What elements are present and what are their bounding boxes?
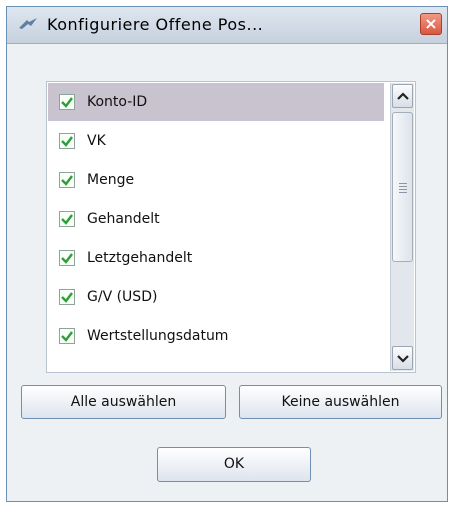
list-item-label: Menge bbox=[87, 172, 135, 188]
title-bar: Konfiguriere Offene Pos... × bbox=[7, 7, 447, 44]
scroll-down-button[interactable] bbox=[392, 346, 413, 370]
checkmark-icon bbox=[61, 253, 73, 264]
ok-button[interactable]: OK bbox=[157, 447, 311, 482]
scroll-thumb[interactable] bbox=[392, 112, 413, 262]
list-item-letztgehandelt[interactable]: Letztgehandelt bbox=[48, 239, 384, 277]
checkmark-icon bbox=[61, 97, 73, 108]
configure-dialog: Konfiguriere Offene Pos... × Konto-ID VK… bbox=[6, 6, 448, 502]
app-logo-icon bbox=[17, 16, 39, 32]
checkmark-icon bbox=[61, 292, 73, 303]
close-button[interactable]: × bbox=[420, 13, 442, 35]
chevron-up-icon bbox=[397, 92, 409, 100]
checkbox[interactable] bbox=[59, 328, 75, 344]
checkbox[interactable] bbox=[59, 211, 75, 227]
list-item-konto-id[interactable]: Konto-ID bbox=[48, 83, 384, 121]
list-item-menge[interactable]: Menge bbox=[48, 161, 384, 199]
checkbox[interactable] bbox=[59, 289, 75, 305]
checkbox[interactable] bbox=[59, 250, 75, 266]
list-item-gehandelt[interactable]: Gehandelt bbox=[48, 200, 384, 238]
checkmark-icon bbox=[61, 214, 73, 225]
checkmark-icon bbox=[61, 136, 73, 147]
list-item-label: Konto-ID bbox=[87, 94, 148, 110]
list-item-label: G/V (USD) bbox=[87, 289, 158, 305]
list-item-label: Letztgehandelt bbox=[87, 250, 193, 266]
column-list: Konto-ID VK Menge Gehandelt Letztgehande… bbox=[46, 81, 416, 373]
select-all-button[interactable]: Alle auswählen bbox=[21, 385, 226, 419]
checkbox[interactable] bbox=[59, 133, 75, 149]
checkmark-icon bbox=[61, 331, 73, 342]
checkbox[interactable] bbox=[59, 172, 75, 188]
vertical-scrollbar[interactable] bbox=[390, 83, 414, 371]
scroll-up-button[interactable] bbox=[392, 84, 413, 108]
list-item-gv-usd[interactable]: G/V (USD) bbox=[48, 278, 384, 316]
checkmark-icon bbox=[61, 175, 73, 186]
list-item-label: VK bbox=[87, 133, 106, 149]
chevron-down-icon bbox=[397, 355, 409, 363]
select-none-button[interactable]: Keine auswählen bbox=[239, 385, 442, 419]
close-icon: × bbox=[424, 14, 438, 33]
grip-icon bbox=[399, 183, 407, 193]
dialog-title: Konfiguriere Offene Pos... bbox=[47, 15, 264, 34]
list-item-vk[interactable]: VK bbox=[48, 122, 384, 160]
list-item-wertstellungsdatum[interactable]: Wertstellungsdatum bbox=[48, 317, 384, 355]
list-item-label: Wertstellungsdatum bbox=[87, 328, 229, 344]
list-item-label: Gehandelt bbox=[87, 211, 160, 227]
checkbox[interactable] bbox=[59, 94, 75, 110]
